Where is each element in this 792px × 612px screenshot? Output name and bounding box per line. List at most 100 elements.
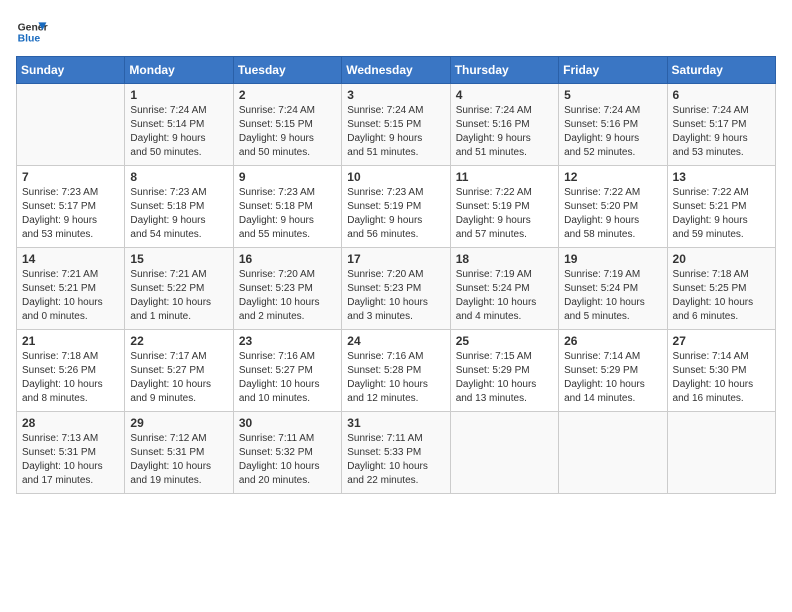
calendar-cell: 7 Sunrise: 7:23 AM Sunset: 5:17 PM Daylig…	[17, 166, 125, 248]
calendar-cell: 22Sunrise: 7:17 AM Sunset: 5:27 PM Dayli…	[125, 330, 233, 412]
calendar-cell: 2 Sunrise: 7:24 AM Sunset: 5:15 PM Daylig…	[233, 84, 341, 166]
logo: General Blue	[16, 16, 48, 48]
calendar-cell: 28Sunrise: 7:13 AM Sunset: 5:31 PM Dayli…	[17, 412, 125, 494]
day-number: 11	[456, 170, 553, 184]
cell-content: Sunrise: 7:24 AM Sunset: 5:15 PM Dayligh…	[347, 104, 444, 160]
day-number: 1	[130, 88, 227, 102]
day-number: 20	[673, 252, 770, 266]
calendar-cell: 19Sunrise: 7:19 AM Sunset: 5:24 PM Dayli…	[559, 248, 667, 330]
header-cell-monday: Monday	[125, 57, 233, 84]
cell-content: Sunrise: 7:24 AM Sunset: 5:16 PM Dayligh…	[564, 104, 661, 160]
day-number: 29	[130, 416, 227, 430]
header-cell-wednesday: Wednesday	[342, 57, 450, 84]
day-number: 2	[239, 88, 336, 102]
calendar-cell: 17 Sunrise: 7:20 AM Sunset: 5:23 PM Dayli…	[342, 248, 450, 330]
cell-content: Sunrise: 7:23 AM Sunset: 5:18 PM Dayligh…	[239, 186, 336, 242]
day-number: 8	[130, 170, 227, 184]
cell-content: Sunrise: 7:14 AM Sunset: 5:29 PM Dayligh…	[564, 350, 661, 406]
cell-content: Sunrise: 7:24 AM Sunset: 5:15 PM Dayligh…	[239, 104, 336, 160]
day-number: 26	[564, 334, 661, 348]
day-number: 13	[673, 170, 770, 184]
header-cell-friday: Friday	[559, 57, 667, 84]
day-number: 10	[347, 170, 444, 184]
cell-content: Sunrise: 7:22 AM Sunset: 5:20 PM Dayligh…	[564, 186, 661, 242]
cell-content: Sunrise: 7:22 AM Sunset: 5:19 PM Dayligh…	[456, 186, 553, 242]
calendar-cell: 25 Sunrise: 7:15 AM Sunset: 5:29 PM Dayli…	[450, 330, 558, 412]
calendar-cell: 10 Sunrise: 7:23 AM Sunset: 5:19 PM Dayli…	[342, 166, 450, 248]
calendar-cell	[17, 84, 125, 166]
week-row-5: 28Sunrise: 7:13 AM Sunset: 5:31 PM Dayli…	[17, 412, 776, 494]
day-number: 6	[673, 88, 770, 102]
calendar-cell: 5Sunrise: 7:24 AM Sunset: 5:16 PM Daylig…	[559, 84, 667, 166]
header-cell-thursday: Thursday	[450, 57, 558, 84]
day-number: 16	[239, 252, 336, 266]
cell-content: Sunrise: 7:20 AM Sunset: 5:23 PM Dayligh…	[347, 268, 444, 324]
cell-content: Sunrise: 7:24 AM Sunset: 5:14 PM Dayligh…	[130, 104, 227, 160]
day-number: 19	[564, 252, 661, 266]
calendar-cell: 27Sunrise: 7:14 AM Sunset: 5:30 PM Dayli…	[667, 330, 775, 412]
calendar-cell: 20 Sunrise: 7:18 AM Sunset: 5:25 PM Dayli…	[667, 248, 775, 330]
header-cell-saturday: Saturday	[667, 57, 775, 84]
header-cell-tuesday: Tuesday	[233, 57, 341, 84]
calendar-cell: 9 Sunrise: 7:23 AM Sunset: 5:18 PM Daylig…	[233, 166, 341, 248]
calendar-cell: 26 Sunrise: 7:14 AM Sunset: 5:29 PM Dayli…	[559, 330, 667, 412]
day-number: 14	[22, 252, 119, 266]
day-number: 18	[456, 252, 553, 266]
day-number: 3	[347, 88, 444, 102]
day-number: 30	[239, 416, 336, 430]
cell-content: Sunrise: 7:18 AM Sunset: 5:25 PM Dayligh…	[673, 268, 770, 324]
calendar-cell: 4Sunrise: 7:24 AM Sunset: 5:16 PM Daylig…	[450, 84, 558, 166]
calendar-cell: 6Sunrise: 7:24 AM Sunset: 5:17 PM Daylig…	[667, 84, 775, 166]
page-header: General Blue	[16, 16, 776, 48]
cell-content: Sunrise: 7:22 AM Sunset: 5:21 PM Dayligh…	[673, 186, 770, 242]
day-number: 27	[673, 334, 770, 348]
cell-content: Sunrise: 7:16 AM Sunset: 5:27 PM Dayligh…	[239, 350, 336, 406]
day-number: 25	[456, 334, 553, 348]
cell-content: Sunrise: 7:13 AM Sunset: 5:31 PM Dayligh…	[22, 432, 119, 488]
calendar-cell: 14 Sunrise: 7:21 AM Sunset: 5:21 PM Dayli…	[17, 248, 125, 330]
day-number: 12	[564, 170, 661, 184]
day-number: 9	[239, 170, 336, 184]
calendar-cell	[559, 412, 667, 494]
calendar-cell: 3 Sunrise: 7:24 AM Sunset: 5:15 PM Daylig…	[342, 84, 450, 166]
day-number: 31	[347, 416, 444, 430]
calendar-cell: 24Sunrise: 7:16 AM Sunset: 5:28 PM Dayli…	[342, 330, 450, 412]
calendar-cell: 18 Sunrise: 7:19 AM Sunset: 5:24 PM Dayli…	[450, 248, 558, 330]
week-row-1: 1 Sunrise: 7:24 AM Sunset: 5:14 PM Daylig…	[17, 84, 776, 166]
cell-content: Sunrise: 7:23 AM Sunset: 5:17 PM Dayligh…	[22, 186, 119, 242]
calendar-cell: 15Sunrise: 7:21 AM Sunset: 5:22 PM Dayli…	[125, 248, 233, 330]
week-row-4: 21 Sunrise: 7:18 AM Sunset: 5:26 PM Dayli…	[17, 330, 776, 412]
cell-content: Sunrise: 7:18 AM Sunset: 5:26 PM Dayligh…	[22, 350, 119, 406]
calendar-cell: 31 Sunrise: 7:11 AM Sunset: 5:33 PM Dayli…	[342, 412, 450, 494]
cell-content: Sunrise: 7:15 AM Sunset: 5:29 PM Dayligh…	[456, 350, 553, 406]
calendar-cell: 21 Sunrise: 7:18 AM Sunset: 5:26 PM Dayli…	[17, 330, 125, 412]
cell-content: Sunrise: 7:11 AM Sunset: 5:33 PM Dayligh…	[347, 432, 444, 488]
cell-content: Sunrise: 7:16 AM Sunset: 5:28 PM Dayligh…	[347, 350, 444, 406]
week-row-3: 14 Sunrise: 7:21 AM Sunset: 5:21 PM Dayli…	[17, 248, 776, 330]
day-number: 17	[347, 252, 444, 266]
day-number: 4	[456, 88, 553, 102]
calendar-cell: 13 Sunrise: 7:22 AM Sunset: 5:21 PM Dayli…	[667, 166, 775, 248]
calendar-cell: 23Sunrise: 7:16 AM Sunset: 5:27 PM Dayli…	[233, 330, 341, 412]
cell-content: Sunrise: 7:23 AM Sunset: 5:18 PM Dayligh…	[130, 186, 227, 242]
calendar-cell: 30Sunrise: 7:11 AM Sunset: 5:32 PM Dayli…	[233, 412, 341, 494]
cell-content: Sunrise: 7:20 AM Sunset: 5:23 PM Dayligh…	[239, 268, 336, 324]
calendar-cell: 11 Sunrise: 7:22 AM Sunset: 5:19 PM Dayli…	[450, 166, 558, 248]
calendar-cell: 8 Sunrise: 7:23 AM Sunset: 5:18 PM Daylig…	[125, 166, 233, 248]
logo-icon: General Blue	[16, 16, 48, 48]
day-number: 7	[22, 170, 119, 184]
cell-content: Sunrise: 7:21 AM Sunset: 5:22 PM Dayligh…	[130, 268, 227, 324]
calendar-table: SundayMondayTuesdayWednesdayThursdayFrid…	[16, 56, 776, 494]
cell-content: Sunrise: 7:19 AM Sunset: 5:24 PM Dayligh…	[456, 268, 553, 324]
svg-text:Blue: Blue	[18, 34, 41, 45]
cell-content: Sunrise: 7:21 AM Sunset: 5:21 PM Dayligh…	[22, 268, 119, 324]
week-row-2: 7 Sunrise: 7:23 AM Sunset: 5:17 PM Daylig…	[17, 166, 776, 248]
calendar-cell: 29 Sunrise: 7:12 AM Sunset: 5:31 PM Dayli…	[125, 412, 233, 494]
calendar-cell	[667, 412, 775, 494]
calendar-cell: 1 Sunrise: 7:24 AM Sunset: 5:14 PM Daylig…	[125, 84, 233, 166]
header-row: SundayMondayTuesdayWednesdayThursdayFrid…	[17, 57, 776, 84]
day-number: 21	[22, 334, 119, 348]
cell-content: Sunrise: 7:23 AM Sunset: 5:19 PM Dayligh…	[347, 186, 444, 242]
cell-content: Sunrise: 7:12 AM Sunset: 5:31 PM Dayligh…	[130, 432, 227, 488]
day-number: 22	[130, 334, 227, 348]
